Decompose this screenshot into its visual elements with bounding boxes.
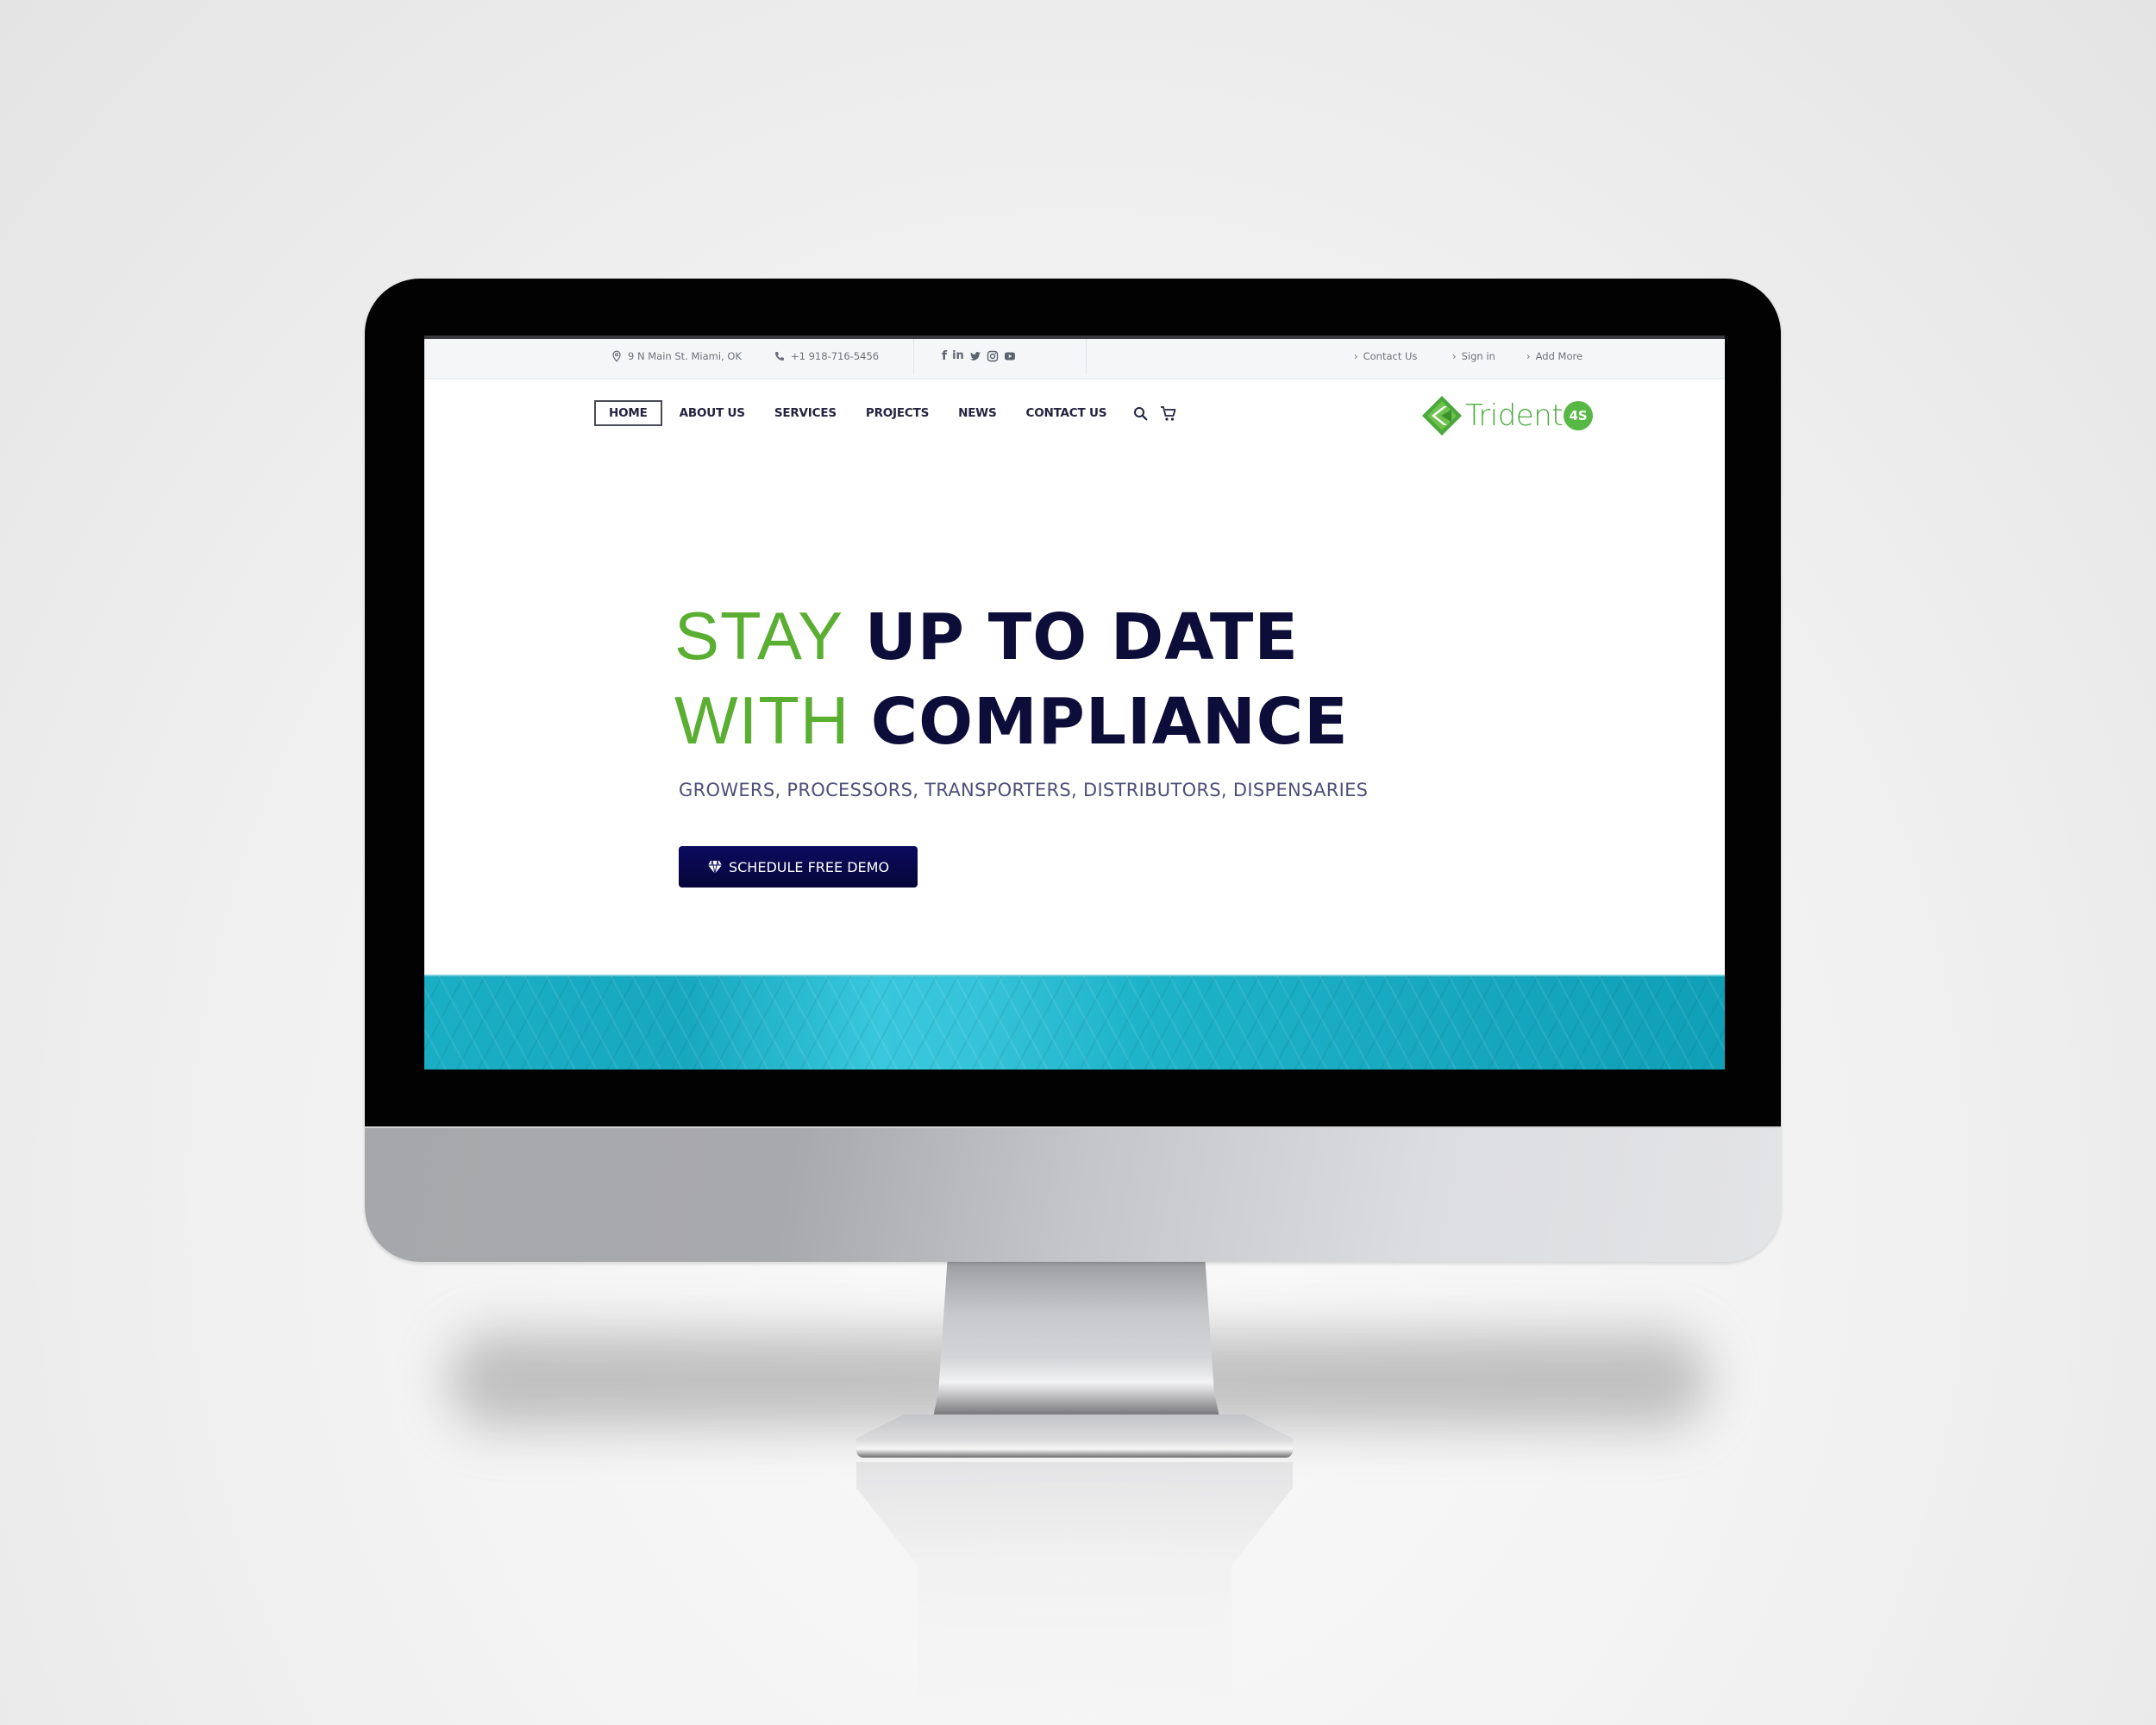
main-nav: HOME ABOUT US SERVICES PROJECTS NEWS CON… bbox=[424, 374, 1725, 456]
hero-line-2: WITH COMPLIANCE bbox=[674, 679, 1349, 763]
nav-item-contact-us[interactable]: CONTACT US bbox=[1011, 401, 1121, 425]
website-screen: 9 N Main St. Miami, OK +1 918-716-5456 f… bbox=[424, 336, 1725, 1070]
teal-building-banner bbox=[424, 975, 1725, 1070]
topbar-divider bbox=[1086, 339, 1087, 374]
hero-bold-words: UP TO DATE bbox=[864, 600, 1299, 674]
topbar-link-label: Contact Us bbox=[1363, 349, 1418, 362]
cart-button[interactable] bbox=[1160, 405, 1177, 422]
monitor-chin bbox=[365, 1126, 1781, 1262]
nav-item-projects[interactable]: PROJECTS bbox=[851, 401, 943, 425]
topbar-link-signin[interactable]: › Sign in bbox=[1452, 339, 1495, 373]
chevron-right-icon: › bbox=[1354, 349, 1358, 362]
diamond-icon bbox=[707, 860, 722, 875]
nav-item-about-us[interactable]: ABOUT US bbox=[665, 401, 760, 425]
logo-badge: 4S bbox=[1564, 401, 1594, 430]
hero-bold-words: COMPLIANCE bbox=[870, 685, 1349, 759]
twitter-icon[interactable] bbox=[969, 350, 981, 362]
search-button[interactable] bbox=[1133, 406, 1148, 421]
nav-item-services[interactable]: SERVICES bbox=[760, 401, 851, 425]
address-item: 9 N Main St. Miami, OK bbox=[611, 339, 742, 373]
stand-reflection bbox=[856, 1462, 1293, 1721]
schedule-free-demo-button[interactable]: SCHEDULE FREE DEMO bbox=[679, 846, 918, 888]
hero-line-1: STAY UP TO DATE bbox=[674, 594, 1349, 679]
monitor-mockup-scene: 9 N Main St. Miami, OK +1 918-716-5456 f… bbox=[0, 0, 2156, 1725]
hero-subtitle: GROWERS, PROCESSORS, TRANSPORTERS, DISTR… bbox=[679, 780, 1369, 800]
chevron-right-icon: › bbox=[1452, 349, 1457, 362]
monitor-stand-base bbox=[856, 1414, 1293, 1458]
cta-label: SCHEDULE FREE DEMO bbox=[728, 858, 890, 875]
topbar-link-label: Add More bbox=[1535, 349, 1583, 362]
trident-4s-logo[interactable]: Trident 4S bbox=[1420, 394, 1594, 437]
nav-item-news[interactable]: NEWS bbox=[943, 401, 1011, 425]
logo-text: Trident bbox=[1465, 398, 1564, 433]
trident-logo-mark-icon bbox=[1422, 396, 1462, 436]
chevron-right-icon: › bbox=[1526, 349, 1531, 362]
topbar-divider bbox=[913, 339, 914, 374]
topbar-link-label: Sign in bbox=[1461, 349, 1495, 362]
youtube-icon[interactable] bbox=[1004, 350, 1016, 362]
phone-item[interactable]: +1 918-716-5456 bbox=[774, 339, 879, 373]
instagram-icon[interactable] bbox=[987, 350, 999, 362]
top-info-bar: 9 N Main St. Miami, OK +1 918-716-5456 f… bbox=[424, 336, 1725, 380]
nav-item-home[interactable]: HOME bbox=[594, 400, 662, 426]
topbar-link-add-more[interactable]: › Add More bbox=[1526, 339, 1583, 373]
facebook-icon[interactable]: f bbox=[942, 349, 947, 363]
monitor-stand-neck bbox=[930, 1262, 1223, 1434]
search-icon bbox=[1134, 406, 1148, 420]
address-text: 9 N Main St. Miami, OK bbox=[628, 349, 742, 362]
phone-icon bbox=[775, 351, 784, 361]
hero-light-word: STAY bbox=[674, 598, 844, 674]
phone-text: +1 918-716-5456 bbox=[791, 349, 880, 362]
cart-icon bbox=[1161, 405, 1176, 421]
location-pin-icon bbox=[612, 350, 621, 362]
linkedin-icon[interactable]: in bbox=[952, 349, 964, 362]
social-links: f in bbox=[942, 339, 1016, 373]
hero-heading: STAY UP TO DATE WITH COMPLIANCE bbox=[674, 594, 1349, 763]
hero-light-word: WITH bbox=[674, 682, 850, 758]
nav-links: HOME ABOUT US SERVICES PROJECTS NEWS CON… bbox=[594, 400, 1177, 426]
topbar-link-contact[interactable]: › Contact Us bbox=[1354, 339, 1417, 373]
